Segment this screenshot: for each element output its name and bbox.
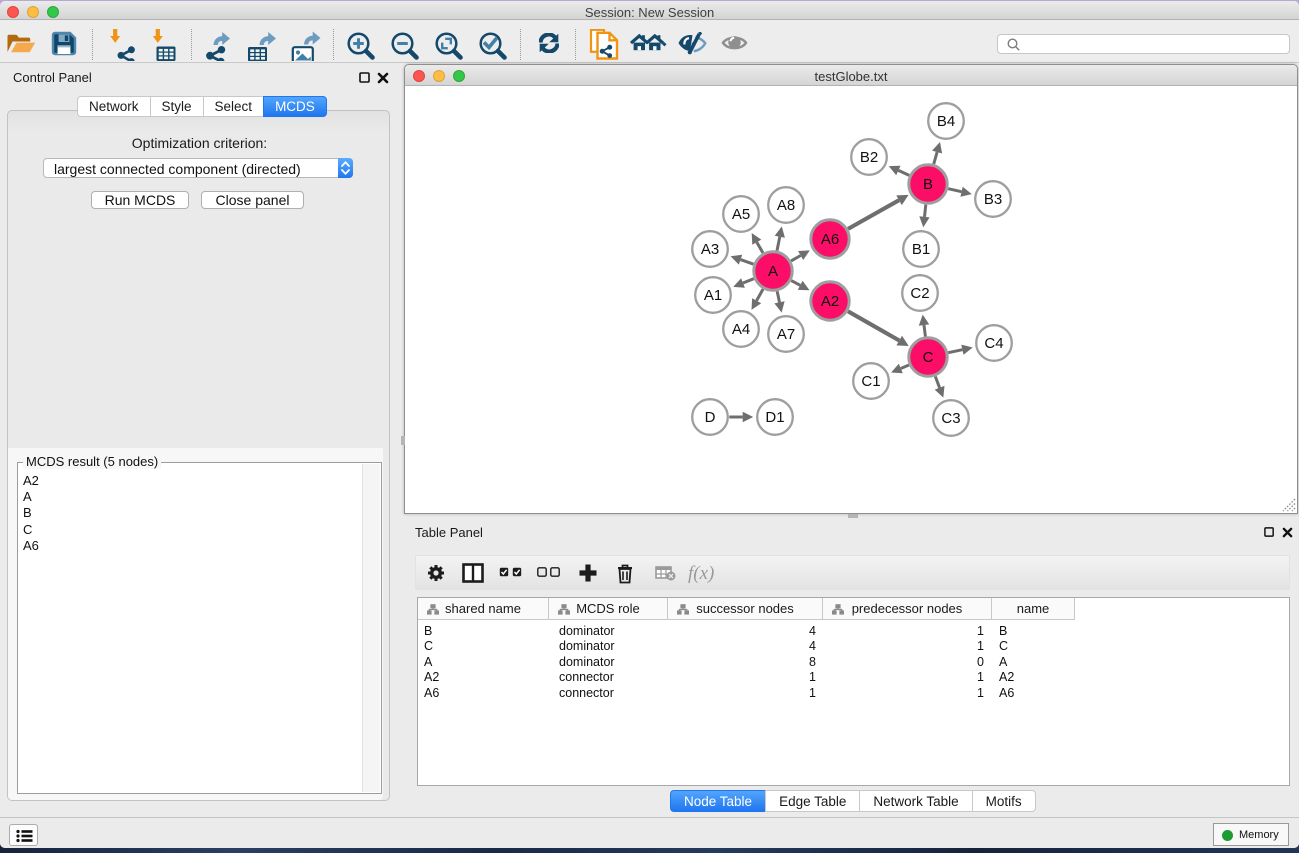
- svg-text:f(x): f(x): [688, 563, 714, 584]
- svg-text:A2: A2: [821, 293, 839, 310]
- svg-text:B: B: [923, 176, 933, 193]
- svg-text:A7: A7: [777, 326, 795, 343]
- svg-text:A4: A4: [732, 321, 750, 338]
- svg-text:A6: A6: [821, 231, 839, 248]
- svg-text:B4: B4: [937, 113, 955, 130]
- svg-text:D1: D1: [765, 409, 784, 426]
- svg-text:B2: B2: [860, 149, 878, 166]
- svg-text:C3: C3: [941, 410, 960, 427]
- svg-text:C: C: [923, 349, 934, 366]
- svg-text:A8: A8: [777, 197, 795, 214]
- svg-text:B1: B1: [912, 241, 930, 258]
- svg-text:A1: A1: [704, 287, 722, 304]
- svg-text:D: D: [705, 409, 716, 426]
- svg-text:A: A: [768, 263, 778, 280]
- svg-text:C1: C1: [861, 373, 880, 390]
- svg-text:B3: B3: [984, 191, 1002, 208]
- svg-text:C2: C2: [910, 285, 929, 302]
- svg-text:C4: C4: [984, 335, 1003, 352]
- svg-text:A3: A3: [701, 241, 719, 258]
- svg-text:A5: A5: [732, 206, 750, 223]
